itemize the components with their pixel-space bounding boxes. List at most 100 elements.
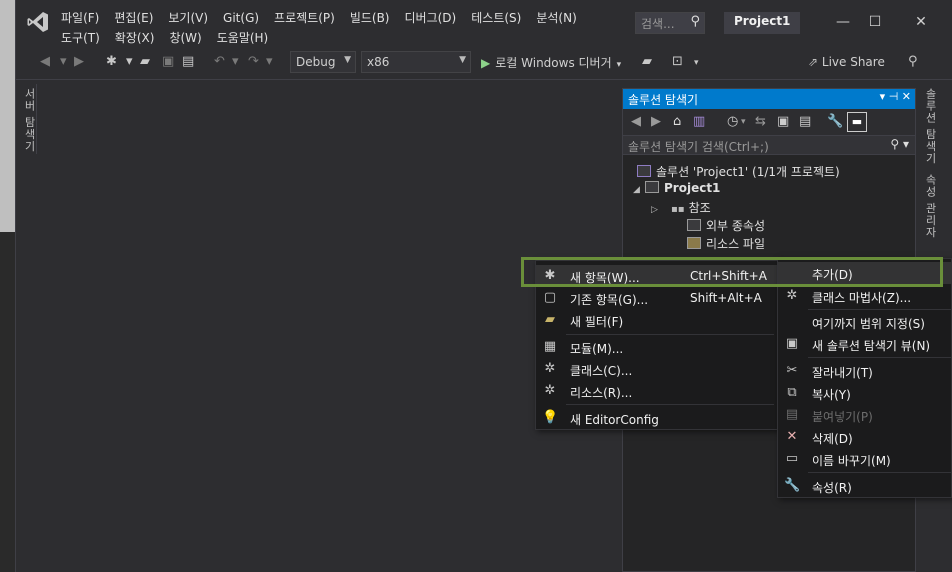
home-icon[interactable]: ⌂ <box>673 114 681 129</box>
collapse-all-icon[interactable]: ▣ <box>777 114 789 129</box>
dropdown-arrow-icon: ▾ <box>616 60 622 70</box>
show-all-files-icon[interactable]: ▤ <box>799 114 811 129</box>
copy-icon: ⧉ <box>787 385 797 400</box>
title-bar: 파일(F) 편집(E) 보기(V) Git(G) 프로젝트(P) 빌드(B) 디버그(D) 테… <box>16 0 952 46</box>
preview-selected-icon[interactable]: ▬ <box>847 112 867 132</box>
open-folder-icon[interactable]: ▰ <box>140 54 150 69</box>
dropdown-arrow-icon[interactable]: ▾ <box>741 117 746 127</box>
forward-icon[interactable]: ▶ <box>74 54 84 69</box>
menu-item-class-wizard[interactable]: ✲ 클래스 마법사(Z)... <box>778 285 951 307</box>
minimize-button[interactable]: — <box>828 10 858 34</box>
menu-project[interactable]: 프로젝트(P) <box>274 9 335 26</box>
menu-git[interactable]: Git(G) <box>223 11 259 25</box>
tab-solution-explorer[interactable]: 솔루션 탐색기 <box>922 88 938 165</box>
menu-row-2: 도구(T) 확장(X) 창(W) 도움말(H) <box>61 29 283 46</box>
history-icon[interactable]: ◷ <box>727 114 738 129</box>
menu-item-add[interactable]: 추가(D) <box>778 262 951 284</box>
feedback-icon[interactable]: ⚲ <box>908 54 918 69</box>
scissors-icon: ✂ <box>786 363 798 378</box>
dropdown-arrow-icon[interactable]: ▾ <box>232 54 239 69</box>
menu-item-copy[interactable]: ⧉ 복사(Y) <box>778 382 951 404</box>
menu-item-cut[interactable]: ✂ 잘라내기(T) <box>778 360 951 382</box>
live-share-button[interactable]: ⇗ Live Share <box>808 55 885 69</box>
resource-icon: ✲ <box>544 383 556 398</box>
new-project-icon[interactable]: ✱ <box>106 54 117 69</box>
tab-property-manager[interactable]: 속성 관리자 <box>922 174 938 239</box>
close-icon[interactable]: ✕ <box>902 90 911 103</box>
filter-folder-icon <box>687 237 701 249</box>
tree-item-project[interactable]: ◢ Project1 <box>633 181 720 199</box>
collapsed-arrow-icon[interactable]: ▷ <box>651 205 663 215</box>
preview-icon[interactable]: ⊡ <box>672 54 683 69</box>
menu-view[interactable]: 보기(V) <box>168 9 208 26</box>
menu-item-resource[interactable]: ✲ 리소스(R)... <box>536 380 777 402</box>
tree-item-references[interactable]: ▷ ▪▪ 참조 <box>651 199 711 217</box>
new-view-icon: ▣ <box>785 336 799 351</box>
global-search-input[interactable]: 검색... ⚲ <box>635 12 705 34</box>
tree-item-external-dependencies[interactable]: 외부 종속성 <box>687 217 765 235</box>
menu-help[interactable]: 도움말(H) <box>217 29 269 46</box>
existing-item-icon: ▢ <box>543 290 557 305</box>
add-submenu: ✱ 새 항목(W)... Ctrl+Shift+A ▢ 기존 항목(G)... Shif… <box>535 260 778 430</box>
menu-tools[interactable]: 도구(T) <box>61 29 100 46</box>
expanded-arrow-icon[interactable]: ◢ <box>633 185 645 195</box>
menu-extensions[interactable]: 확장(X) <box>115 29 155 46</box>
save-all-icon[interactable]: ▤ <box>182 54 194 69</box>
new-item-icon: ✱ <box>544 268 556 283</box>
menu-item-scope-to-this[interactable]: 여기까지 범위 지정(S) <box>778 311 951 333</box>
menu-window[interactable]: 창(W) <box>169 29 201 46</box>
menu-separator <box>808 472 951 473</box>
dropdown-arrow-icon[interactable]: ▾ <box>266 54 273 69</box>
menu-test[interactable]: 테스트(S) <box>471 9 521 26</box>
solution-explorer-toolbar: ◀ ▶ ⌂ ▥ ◷ ▾ ⇆ ▣ ▤ 🔧 ▬ <box>623 109 915 135</box>
menu-item-new-item[interactable]: ✱ 새 항목(W)... Ctrl+Shift+A <box>536 265 777 287</box>
dropdown-arrow-icon[interactable]: ▾ <box>126 54 133 69</box>
menu-item-delete[interactable]: ✕ 삭제(D) <box>778 426 951 448</box>
dropdown-arrow-icon[interactable]: ▾ <box>60 54 67 69</box>
menu-debug[interactable]: 디버그(D) <box>405 9 457 26</box>
toolbar-overflow-icon[interactable]: ▾ <box>694 58 699 68</box>
dropdown-arrow-icon[interactable]: ▾ <box>880 90 886 103</box>
menu-item-module[interactable]: ▦ 모듈(M)... <box>536 336 777 358</box>
background-window-strip <box>0 0 15 572</box>
forward-icon[interactable]: ▶ <box>651 114 661 129</box>
menu-separator <box>566 334 774 335</box>
properties-wrench-icon[interactable]: 🔧 <box>827 114 843 129</box>
search-icon: ⚲ <box>690 14 700 29</box>
project-title-badge: Project1 <box>724 12 801 34</box>
tree-item-solution[interactable]: 솔루션 'Project1' (1/1개 프로젝트) <box>637 163 840 181</box>
save-icon[interactable]: ▣ <box>162 54 174 69</box>
platform-dropdown[interactable]: x86 ▼ <box>361 51 471 73</box>
menu-item-new-filter[interactable]: ▰ 새 필터(F) <box>536 309 777 331</box>
redo-icon[interactable]: ↷ <box>248 54 259 69</box>
switch-views-icon[interactable]: ▥ <box>693 114 705 129</box>
menu-item-rename[interactable]: ▭ 이름 바꾸기(M) <box>778 448 951 470</box>
menu-item-new-solution-explorer-view[interactable]: ▣ 새 솔루션 탐색기 뷰(N) <box>778 333 951 355</box>
menu-item-paste[interactable]: ▤ 붙여넣기(P) <box>778 404 951 426</box>
references-icon: ▪▪ <box>671 204 685 215</box>
play-icon: ▶ <box>481 56 491 70</box>
undo-icon[interactable]: ↶ <box>214 54 225 69</box>
solution-config-dropdown[interactable]: Debug ▼ <box>290 51 356 73</box>
menu-file[interactable]: 파일(F) <box>61 9 99 26</box>
back-icon[interactable]: ◀ <box>631 114 641 129</box>
pin-icon[interactable]: ⊣ <box>889 90 899 103</box>
start-debugging-button[interactable]: ▶ 로컬 Windows 디버거 ▾ <box>481 54 621 71</box>
solution-explorer-search-input[interactable]: 솔루션 탐색기 검색(Ctrl+;) ⚲ ▾ <box>623 135 915 155</box>
menu-item-new-editorconfig[interactable]: 💡 새 EditorConfig <box>536 407 777 429</box>
menu-item-existing-item[interactable]: ▢ 기존 항목(G)... Shift+Alt+A <box>536 287 777 309</box>
menu-build[interactable]: 빌드(B) <box>350 9 390 26</box>
module-icon: ▦ <box>543 339 557 354</box>
menu-separator <box>808 357 951 358</box>
browse-folder-icon[interactable]: ▰ <box>642 54 652 69</box>
tree-item-resource-files[interactable]: 리소스 파일 <box>687 235 765 253</box>
menu-item-properties[interactable]: 🔧 속성(R) <box>778 475 951 497</box>
server-explorer-tab[interactable]: 서버 탐색기 <box>17 84 37 154</box>
sync-icon[interactable]: ⇆ <box>755 114 766 129</box>
menu-analyze[interactable]: 분석(N) <box>536 9 576 26</box>
menu-item-class[interactable]: ✲ 클래스(C)... <box>536 358 777 380</box>
close-button[interactable]: ✕ <box>906 10 936 34</box>
maximize-button[interactable]: ☐ <box>860 10 890 34</box>
menu-edit[interactable]: 편집(E) <box>114 9 153 26</box>
back-icon[interactable]: ◀ <box>40 54 50 69</box>
